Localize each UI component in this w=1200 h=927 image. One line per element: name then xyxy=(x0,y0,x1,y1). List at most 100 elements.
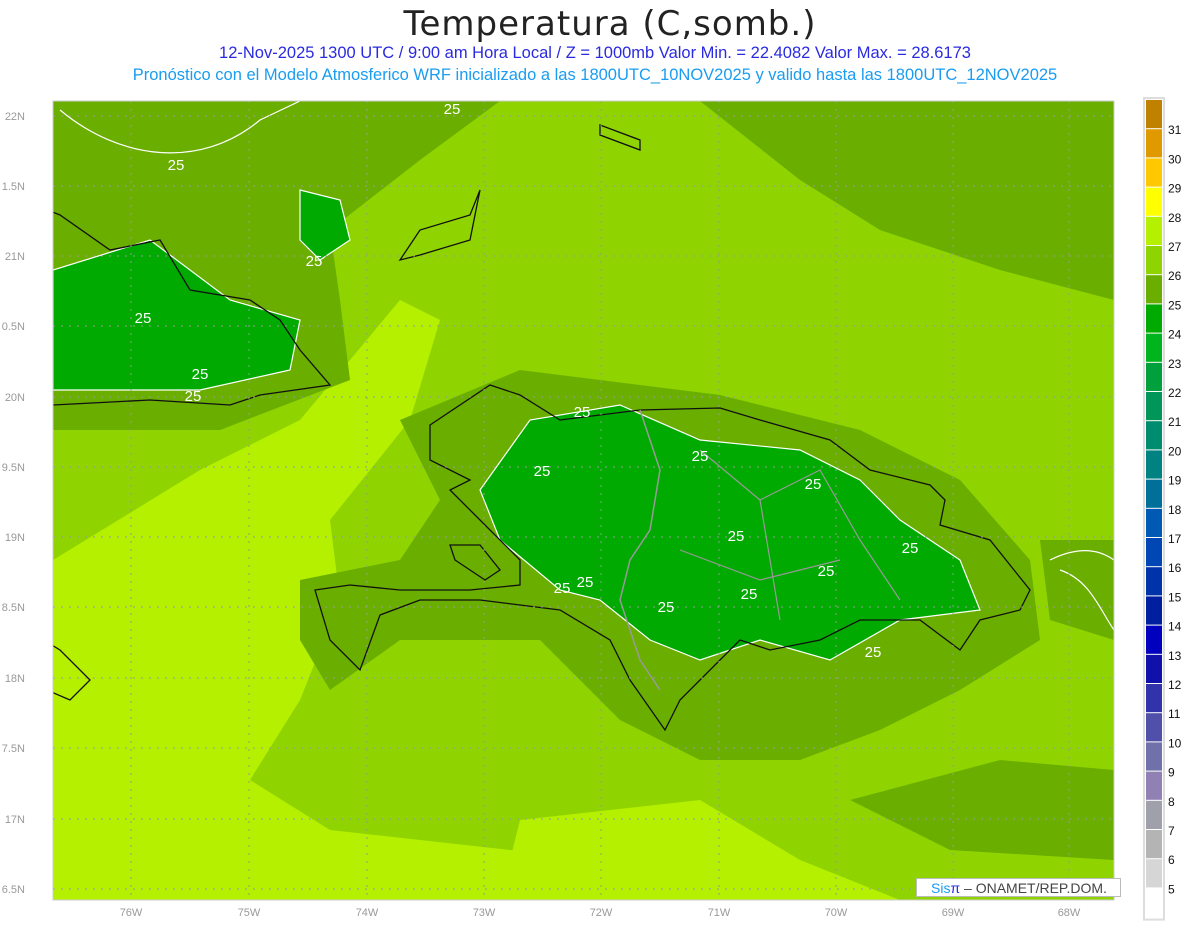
colorbar-swatch xyxy=(1146,275,1162,304)
colorbar-label: 23 xyxy=(1168,357,1182,371)
colorbar-label: 28 xyxy=(1168,211,1182,225)
colorbar-label: 6 xyxy=(1168,853,1175,867)
colorbar-label: 16 xyxy=(1168,561,1182,575)
colorbar-swatch xyxy=(1146,129,1162,158)
credit-org: – ONAMET/REP.DOM. xyxy=(960,880,1107,896)
colorbar-swatch xyxy=(1146,100,1162,129)
lat-tick-label: 22N xyxy=(5,111,25,123)
colorbar-label: 5 xyxy=(1168,882,1175,896)
colorbar-swatch xyxy=(1146,304,1162,333)
colorbar-swatch xyxy=(1146,596,1162,625)
lat-tick-label: 20N xyxy=(5,392,25,404)
colorbar-label: 21 xyxy=(1168,415,1182,429)
colorbar-label: 11 xyxy=(1168,707,1181,721)
colorbar-label: 24 xyxy=(1168,328,1182,342)
colorbar: 31 30 29 28 27 26 25 24 23 22 21 20 19 18 17 16 15 14 13 12… xyxy=(1143,97,1182,921)
contour-label-25: 25 xyxy=(728,528,745,545)
colorbar-swatch xyxy=(1146,479,1162,508)
colorbar-swatch xyxy=(1146,538,1162,567)
colorbar-swatch xyxy=(1146,333,1162,362)
lat-tick-label: 8.5N xyxy=(2,602,25,614)
contour-label-25: 25 xyxy=(135,310,152,327)
colorbar-label: 29 xyxy=(1168,182,1182,196)
contour-label-25: 25 xyxy=(865,644,882,661)
colorbar-label: 17 xyxy=(1168,532,1182,546)
colorbar-swatch xyxy=(1146,450,1162,479)
lat-tick-label: 6.5N xyxy=(2,884,25,896)
colorbar-swatch xyxy=(1146,246,1162,275)
colorbar-label: 15 xyxy=(1168,590,1182,604)
colorbar-label: 30 xyxy=(1168,152,1182,166)
colorbar-label: 27 xyxy=(1168,240,1182,254)
colorbar-swatch xyxy=(1146,830,1162,859)
lon-tick-label: 70W xyxy=(825,907,848,919)
colorbar-swatch xyxy=(1146,158,1162,187)
lon-tick-label: 71W xyxy=(708,907,731,919)
colorbar-label: 14 xyxy=(1168,620,1182,634)
colorbar-swatch xyxy=(1146,362,1162,391)
contour-label-25: 25 xyxy=(444,101,461,118)
lon-tick-label: 74W xyxy=(356,907,379,919)
colorbar-label: 12 xyxy=(1168,678,1182,692)
colorbar-swatch xyxy=(1146,392,1162,421)
contour-label-25: 25 xyxy=(554,580,571,597)
colorbar-label: 13 xyxy=(1168,649,1182,663)
colorbar-swatch xyxy=(1146,742,1162,771)
colorbar-swatch xyxy=(1146,567,1162,596)
colorbar-label: 19 xyxy=(1168,474,1182,488)
colorbar-swatch xyxy=(1146,800,1162,829)
lon-tick-label: 68W xyxy=(1058,907,1081,919)
contour-label-25: 25 xyxy=(741,586,758,603)
colorbar-label: 20 xyxy=(1168,444,1182,458)
map-subtitle-valid-time: 12-Nov-2025 1300 UTC / 9:00 am Hora Loca… xyxy=(219,44,971,62)
colorbar-label: 10 xyxy=(1168,736,1182,750)
contour-label-25: 25 xyxy=(574,404,591,421)
colorbar-swatch xyxy=(1146,216,1162,245)
lon-tick-label: 75W xyxy=(238,907,261,919)
contour-label-25: 25 xyxy=(577,574,594,591)
contour-label-25: 25 xyxy=(658,599,675,616)
temperature-map: 76W 75W 74W 73W 72W 71W 70W 69W 68W 22N 1.5N 21N 0.5… xyxy=(2,97,1182,921)
colorbar-label: 25 xyxy=(1168,298,1182,312)
colorbar-swatch xyxy=(1146,654,1162,683)
colorbar-label: 8 xyxy=(1168,795,1175,809)
map-subtitle-model-info: Pronóstico con el Modelo Atmosferico WRF… xyxy=(132,66,1058,84)
colorbar-label: 7 xyxy=(1168,824,1175,838)
lat-tick-label: 18N xyxy=(5,673,25,685)
contour-label-25: 25 xyxy=(168,157,185,174)
colorbar-swatch xyxy=(1146,625,1162,654)
colorbar-label: 22 xyxy=(1168,386,1182,400)
contour-label-25: 25 xyxy=(818,563,835,580)
lat-tick-label: 1.5N xyxy=(2,181,25,193)
lon-tick-label: 73W xyxy=(473,907,496,919)
colorbar-swatch xyxy=(1146,888,1162,917)
colorbar-swatch xyxy=(1146,508,1162,537)
lat-tick-label: 0.5N xyxy=(2,321,25,333)
lon-tick-label: 69W xyxy=(942,907,965,919)
contour-label-25: 25 xyxy=(534,463,551,480)
contour-label-25: 25 xyxy=(185,388,202,405)
lat-tick-label: 17N xyxy=(5,814,25,826)
lon-tick-label: 76W xyxy=(120,907,143,919)
lon-tick-label: 72W xyxy=(590,907,613,919)
credit-pi: π xyxy=(950,880,961,896)
credit-sis: Sis xyxy=(931,880,951,896)
lat-tick-label: 21N xyxy=(5,251,25,263)
credit-box: Sisπ – ONAMET/REP.DOM. xyxy=(916,878,1121,897)
contour-label-25: 25 xyxy=(902,540,919,557)
colorbar-label: 9 xyxy=(1168,766,1175,780)
lat-tick-label: 9.5N xyxy=(2,462,25,474)
colorbar-swatch xyxy=(1146,187,1162,216)
contour-label-25: 25 xyxy=(192,366,209,383)
colorbar-label: 31 xyxy=(1168,123,1182,137)
lat-tick-label: 7.5N xyxy=(2,743,25,755)
colorbar-swatch xyxy=(1146,421,1162,450)
colorbar-swatch xyxy=(1146,771,1162,800)
contour-label-25: 25 xyxy=(805,476,822,493)
lat-tick-label: 19N xyxy=(5,532,25,544)
contour-label-25: 25 xyxy=(692,448,709,465)
colorbar-swatch xyxy=(1146,684,1162,713)
colorbar-swatch xyxy=(1146,859,1162,888)
map-title: Temperatura (C,somb.) xyxy=(403,4,817,44)
colorbar-label: 18 xyxy=(1168,503,1182,517)
